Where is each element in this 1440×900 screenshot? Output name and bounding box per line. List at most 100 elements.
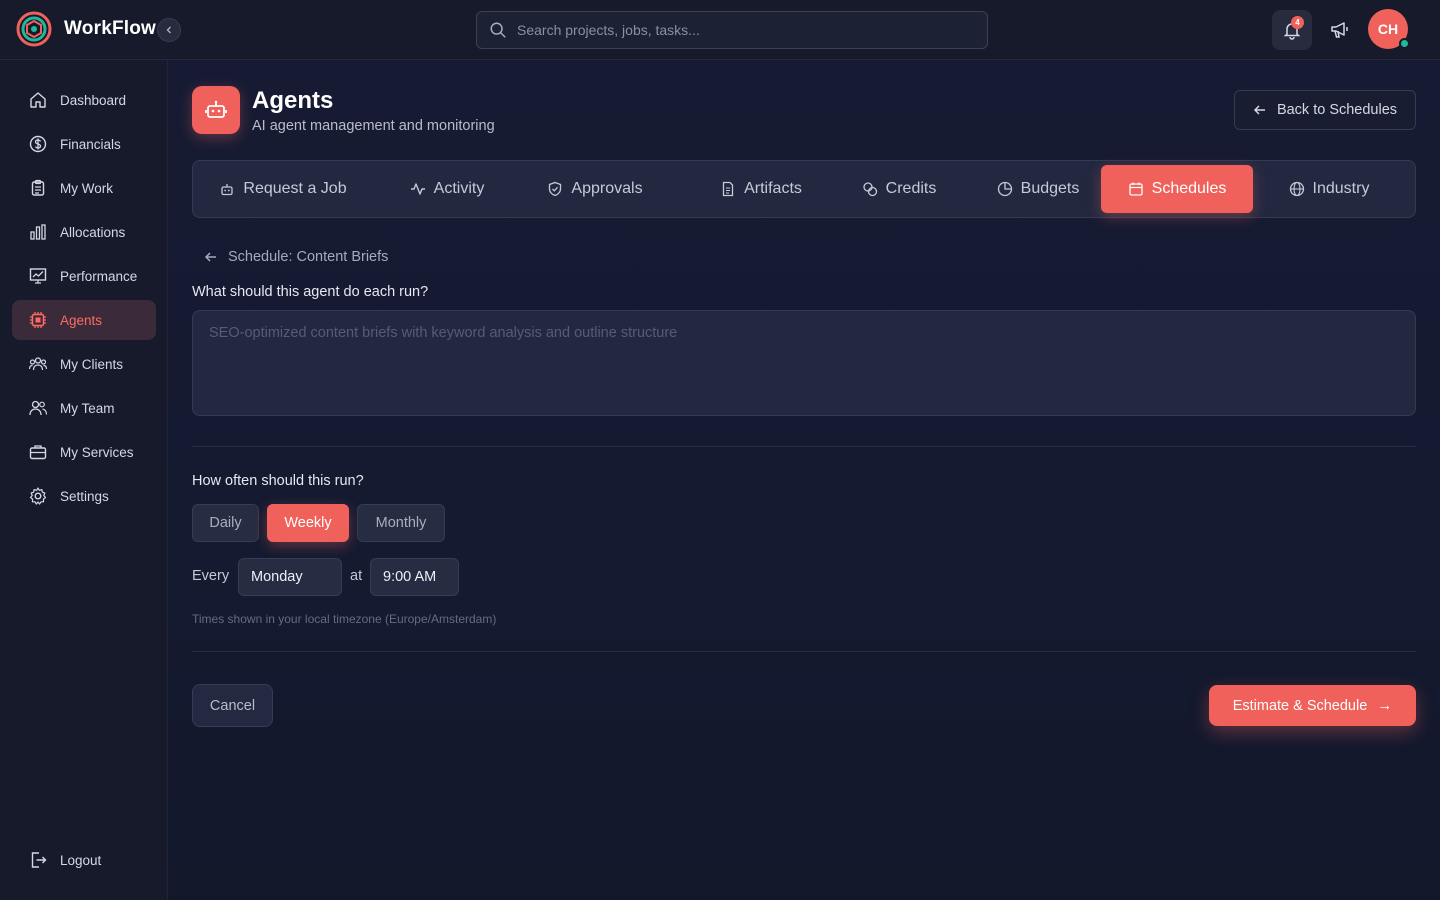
robot-icon xyxy=(205,100,227,118)
day-select[interactable]: Monday xyxy=(238,558,342,596)
at-label: at xyxy=(350,568,363,584)
logout-label: Logout xyxy=(60,852,102,868)
users-icon xyxy=(29,400,48,416)
agents-page-icon xyxy=(192,86,240,134)
tab-schedules[interactable]: Schedules xyxy=(1101,165,1253,213)
search-bar[interactable] xyxy=(476,11,988,49)
sidebar: Dashboard Financials My Work Allocations… xyxy=(0,60,168,900)
sidebar-item-financials[interactable]: Financials xyxy=(12,124,156,164)
frequency-daily-button[interactable]: Daily xyxy=(192,504,259,542)
section-divider xyxy=(192,651,1416,652)
day-select-value: Monday xyxy=(251,569,303,585)
sidebar-item-my-team[interactable]: My Team xyxy=(12,388,156,428)
notifications-button[interactable]: 4 xyxy=(1272,10,1312,50)
calendar-icon xyxy=(1128,182,1143,196)
home-icon xyxy=(30,92,46,108)
agent-tabs: Request a Job Activity Approvals Artifac… xyxy=(192,160,1416,218)
sidebar-item-dashboard[interactable]: Dashboard xyxy=(12,80,156,120)
cancel-label: Cancel xyxy=(209,697,256,714)
user-avatar[interactable]: CH xyxy=(1368,9,1410,49)
arrow-right-icon: → xyxy=(1377,697,1393,714)
sidebar-item-my-services[interactable]: My Services xyxy=(12,432,156,472)
frequency-question-label: How often should this run? xyxy=(192,473,364,489)
tab-label: Activity xyxy=(433,180,485,197)
sidebar-collapse-button[interactable] xyxy=(157,18,181,42)
tab-industry[interactable]: Industry xyxy=(1265,165,1393,213)
sidebar-item-label: My Services xyxy=(60,444,134,460)
gear-icon xyxy=(29,487,47,505)
cancel-button[interactable]: Cancel xyxy=(192,684,273,727)
back-to-schedules-button[interactable]: Back to Schedules xyxy=(1234,90,1416,130)
cpu-icon xyxy=(30,312,46,328)
time-select-value: 9:00 AM xyxy=(383,569,437,585)
workflow-logo-icon xyxy=(16,11,52,47)
schedule-breadcrumb[interactable]: Schedule: Content Briefs xyxy=(204,249,388,265)
every-label: Every xyxy=(192,568,230,584)
sidebar-item-label: Allocations xyxy=(60,224,126,240)
sidebar-item-label: My Work xyxy=(60,180,113,196)
sidebar-item-label: Settings xyxy=(60,488,109,504)
logout-icon xyxy=(31,852,47,868)
estimate-schedule-button[interactable]: Estimate & Schedule → xyxy=(1209,685,1416,726)
sidebar-item-settings[interactable]: Settings xyxy=(12,476,156,516)
logout-button[interactable]: Logout xyxy=(12,840,156,880)
tab-label: Budgets xyxy=(1020,180,1080,197)
bar-chart-icon xyxy=(30,224,46,240)
breadcrumb-label: Schedule: Content Briefs xyxy=(228,249,389,265)
back-to-schedules-label: Back to Schedules xyxy=(1276,102,1398,118)
sidebar-item-label: My Clients xyxy=(60,356,124,372)
time-select[interactable]: 9:00 AM xyxy=(370,558,459,596)
sidebar-item-label: My Team xyxy=(60,400,115,416)
app-name: WorkFlow xyxy=(64,18,157,39)
main-content: Agents AI agent management and monitorin… xyxy=(168,60,1440,900)
sidebar-item-my-clients[interactable]: My Clients xyxy=(12,344,156,384)
tab-request-a-job[interactable]: Request a Job xyxy=(197,165,369,213)
sidebar-item-allocations[interactable]: Allocations xyxy=(12,212,156,252)
briefcase-icon xyxy=(29,445,47,460)
page-title: Agents xyxy=(252,87,334,114)
announcements-icon[interactable] xyxy=(1328,18,1352,42)
estimate-schedule-label: Estimate & Schedule xyxy=(1232,697,1368,714)
sidebar-item-agents[interactable]: Agents xyxy=(12,300,156,340)
tab-activity[interactable]: Activity xyxy=(389,165,505,213)
presentation-chart-icon xyxy=(29,268,47,284)
sidebar-item-my-work[interactable]: My Work xyxy=(12,168,156,208)
coins-icon xyxy=(863,182,877,197)
globe-icon xyxy=(1289,181,1304,197)
tab-credits[interactable]: Credits xyxy=(825,165,973,213)
section-divider xyxy=(192,446,1416,447)
tab-label: Schedules xyxy=(1151,180,1227,197)
pie-chart-icon xyxy=(997,181,1012,197)
arrow-left-icon xyxy=(1253,105,1265,115)
tab-budgets[interactable]: Budgets xyxy=(963,165,1113,213)
file-icon xyxy=(722,181,734,197)
sidebar-item-performance[interactable]: Performance xyxy=(12,256,156,296)
clipboard-icon xyxy=(31,179,45,196)
tab-approvals[interactable]: Approvals xyxy=(527,165,663,213)
dollar-icon xyxy=(29,135,47,153)
sidebar-item-label: Dashboard xyxy=(60,92,127,108)
tab-label: Industry xyxy=(1312,180,1370,197)
user-initials: CH xyxy=(1377,21,1399,37)
task-description-input[interactable] xyxy=(192,310,1416,416)
frequency-monthly-button[interactable]: Monthly xyxy=(357,504,445,542)
search-input[interactable] xyxy=(517,22,957,38)
frequency-weekly-button[interactable]: Weekly xyxy=(267,504,349,542)
search-icon xyxy=(490,22,506,38)
robot-icon xyxy=(221,184,234,196)
tab-label: Request a Job xyxy=(243,180,347,197)
timezone-note: Times shown in your local timezone (Euro… xyxy=(192,612,497,626)
shield-check-icon xyxy=(549,181,562,197)
tab-artifacts[interactable]: Artifacts xyxy=(685,165,837,213)
top-bar: WorkFlow 4 CH xyxy=(0,0,1440,60)
activity-icon xyxy=(410,183,425,195)
chevron-left-icon xyxy=(166,26,171,34)
online-status-indicator xyxy=(1399,38,1410,49)
sidebar-item-label: Performance xyxy=(60,268,138,284)
brand[interactable]: WorkFlow xyxy=(16,11,156,47)
tab-label: Credits xyxy=(885,180,937,197)
task-question-label: What should this agent do each run? xyxy=(192,284,429,300)
sidebar-item-label: Agents xyxy=(60,312,103,328)
tab-label: Approvals xyxy=(571,180,643,197)
sidebar-item-label: Financials xyxy=(60,136,121,152)
